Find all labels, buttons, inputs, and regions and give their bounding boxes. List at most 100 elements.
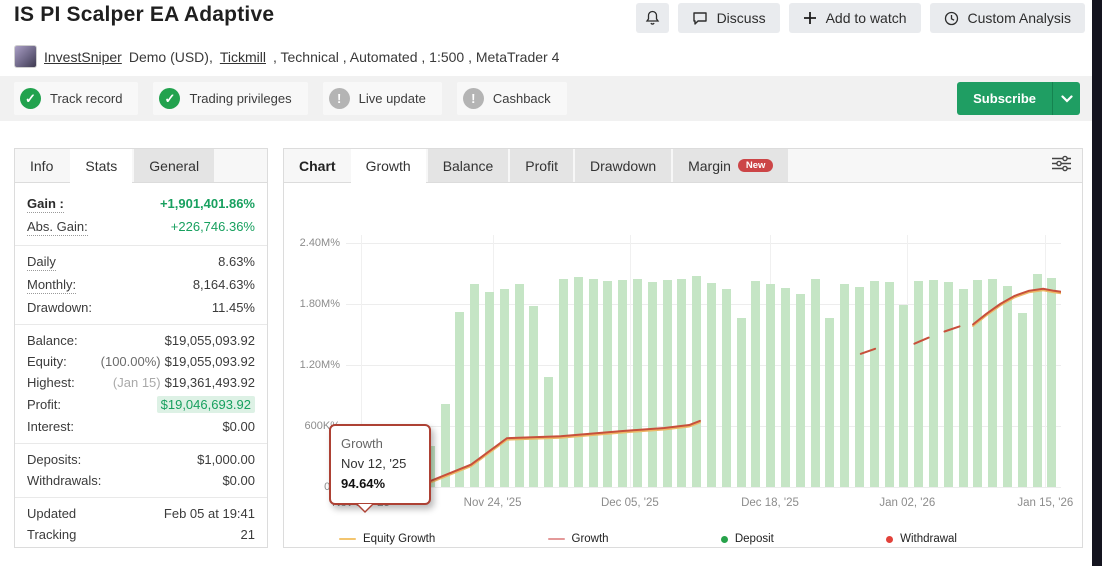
legend-dot-marker bbox=[886, 535, 894, 543]
stat-row-monthly: Monthly: 8,164.63% bbox=[15, 274, 267, 297]
chart-settings-button[interactable] bbox=[1040, 149, 1082, 182]
stat-label: Daily bbox=[27, 254, 56, 271]
avatar bbox=[14, 45, 37, 68]
stat-value: $1,000.00 bbox=[197, 452, 255, 467]
stats-body: Gain : +1,901,401.86% Abs. Gain: +226,746.3… bbox=[15, 183, 267, 551]
sliders-icon bbox=[1051, 155, 1072, 177]
tab-drawdown[interactable]: Drawdown bbox=[574, 149, 672, 182]
stat-row-highest: Highest: (Jan 15) $19,361,493.92 bbox=[15, 372, 267, 393]
broker-link[interactable]: Tickmill bbox=[220, 49, 266, 65]
stat-row-updated: Updated Feb 05 at 19:41 bbox=[15, 503, 267, 524]
tab-balance[interactable]: Balance bbox=[427, 149, 509, 182]
page: IS PI Scalper EA Adaptive Discuss Add to… bbox=[0, 0, 1102, 566]
legend-dot-marker bbox=[720, 535, 728, 543]
subscribe-dropdown[interactable] bbox=[1052, 82, 1080, 115]
stat-row-withdrawals: Withdrawals: $0.00 bbox=[15, 470, 267, 491]
legend-label: Growth bbox=[571, 533, 609, 545]
chart-tooltip: Growth Nov 12, '25 94.64% bbox=[329, 424, 431, 513]
y-axis-label: 1.80M% bbox=[299, 298, 340, 310]
stat-section: Daily 8.63% Monthly: 8,164.63% Drawdown: 11.4… bbox=[15, 246, 267, 325]
stats-panel: Info Stats General Gain : +1,901,401.86% Abs… bbox=[14, 148, 268, 548]
stat-label: Highest: bbox=[27, 375, 75, 390]
stat-value: $0.00 bbox=[222, 473, 255, 488]
badge-track-record: ✓ Track record bbox=[14, 82, 139, 115]
tab-label: General bbox=[149, 157, 200, 174]
chart-tabs: Growth Balance Profit Drawdown Margin New bbox=[350, 149, 791, 183]
account-meta-2: , Technical , Automated , 1:500 , MetaTr… bbox=[272, 48, 560, 65]
tab-info[interactable]: Info bbox=[15, 149, 68, 182]
discuss-button[interactable]: Discuss bbox=[677, 3, 780, 33]
stat-value: 21 bbox=[240, 527, 255, 542]
legend-item-deposit[interactable]: Deposit bbox=[720, 533, 774, 545]
stat-section: Balance: $19,055,093.92 Equity: (100.00%) $1… bbox=[15, 325, 267, 444]
tab-label: Profit bbox=[525, 157, 558, 174]
tooltip-value: 94.64% bbox=[341, 476, 386, 491]
check-icon: ✓ bbox=[159, 88, 181, 109]
tooltip-series: Growth bbox=[341, 436, 383, 451]
tab-label: Drawdown bbox=[589, 157, 657, 174]
stat-value: +226,746.36% bbox=[170, 219, 255, 234]
stat-row-equity: Equity: (100.00%) $19,055,093.92 bbox=[15, 351, 267, 372]
stat-label: Profit: bbox=[27, 397, 61, 412]
x-axis-label: Nov 24, '25 bbox=[463, 497, 522, 509]
exclamation-icon: ! bbox=[328, 88, 350, 109]
add-to-watch-button-label: Add to watch bbox=[825, 10, 907, 26]
custom-analysis-button-label: Custom Analysis bbox=[967, 10, 1071, 26]
legend-item-growth[interactable]: Growth bbox=[547, 533, 609, 545]
badge-trading-privileges: ✓ Trading privileges bbox=[153, 82, 308, 115]
stat-value: $19,055,093.92 bbox=[164, 333, 255, 348]
chevron-down-icon bbox=[1060, 94, 1073, 103]
stat-row-tracking: Tracking 21 bbox=[15, 524, 267, 545]
stat-value: +1,901,401.86% bbox=[159, 196, 255, 211]
verification-badges: ✓ Track record ✓ Trading privileges ! Live up… bbox=[14, 82, 567, 115]
y-axis-label: 2.40M% bbox=[299, 237, 340, 249]
check-icon: ✓ bbox=[20, 88, 41, 109]
chart-legend: Equity Growth Growth Deposit Withdrawal bbox=[339, 533, 957, 545]
stat-row-daily: Daily 8.63% bbox=[15, 251, 267, 274]
account-line: InvestSniper Demo (USD), Tickmill , Tech… bbox=[14, 45, 559, 68]
growth-line-layer bbox=[355, 287, 1061, 487]
tab-label: Balance bbox=[442, 157, 494, 174]
stat-value: 8,164.63% bbox=[192, 277, 255, 292]
subscribe-button-label[interactable]: Subscribe bbox=[957, 82, 1052, 115]
stat-row-drawdown: Drawdown: 11.45% bbox=[15, 297, 267, 318]
subscribe-button[interactable]: Subscribe bbox=[957, 82, 1080, 115]
stat-value-prefix: (Jan 15) bbox=[112, 375, 161, 390]
tab-margin[interactable]: Margin New bbox=[673, 149, 789, 182]
legend-item-withdrawal[interactable]: Withdrawal bbox=[886, 533, 957, 545]
stat-row-abs-gain: Abs. Gain: +226,746.36% bbox=[15, 216, 267, 239]
add-to-watch-button[interactable]: Add to watch bbox=[788, 3, 921, 33]
tab-profit[interactable]: Profit bbox=[510, 149, 573, 182]
stat-label: Balance: bbox=[27, 333, 78, 348]
badge-label: Track record bbox=[50, 91, 123, 106]
speech-bubble-icon bbox=[692, 11, 708, 26]
stat-label: Drawdown: bbox=[27, 300, 93, 315]
badge-label: Cashback bbox=[492, 91, 551, 106]
legend-label: Deposit bbox=[734, 533, 774, 545]
x-axis-label: Dec 05, '25 bbox=[600, 497, 659, 509]
growth-chart: Equity Growth Growth Deposit Withdrawal Gro… bbox=[284, 183, 1082, 549]
tab-stats[interactable]: Stats bbox=[70, 149, 133, 183]
notifications-button[interactable] bbox=[635, 3, 669, 33]
stat-value-prefix: (100.00%) bbox=[100, 354, 161, 369]
stat-value: $19,046,693.92 bbox=[156, 396, 255, 413]
stat-label: Abs. Gain: bbox=[27, 219, 88, 236]
stat-row-profit: Profit: $19,046,693.92 bbox=[15, 393, 267, 416]
tab-growth[interactable]: Growth bbox=[350, 149, 426, 183]
badge-live-update: ! Live update bbox=[322, 82, 442, 115]
bell-icon bbox=[645, 10, 660, 26]
stat-row-interest: Interest: $0.00 bbox=[15, 416, 267, 437]
stat-row-deposits: Deposits: $1,000.00 bbox=[15, 449, 267, 470]
stat-label: Monthly: bbox=[27, 277, 77, 294]
tab-label: Stats bbox=[85, 157, 118, 174]
growth-chart-plot[interactable] bbox=[346, 235, 1061, 488]
stat-label: Gain : bbox=[27, 196, 64, 213]
user-link[interactable]: InvestSniper bbox=[44, 49, 122, 65]
stat-section: Gain : +1,901,401.86% Abs. Gain: +226,746.3… bbox=[15, 188, 267, 246]
stat-label: Equity: bbox=[27, 354, 67, 369]
custom-analysis-button[interactable]: Custom Analysis bbox=[929, 3, 1085, 33]
legend-line-marker bbox=[339, 537, 356, 541]
tab-general[interactable]: General bbox=[134, 149, 215, 182]
legend-item-equity-growth[interactable]: Equity Growth bbox=[339, 533, 435, 545]
legend-label: Withdrawal bbox=[900, 533, 957, 545]
